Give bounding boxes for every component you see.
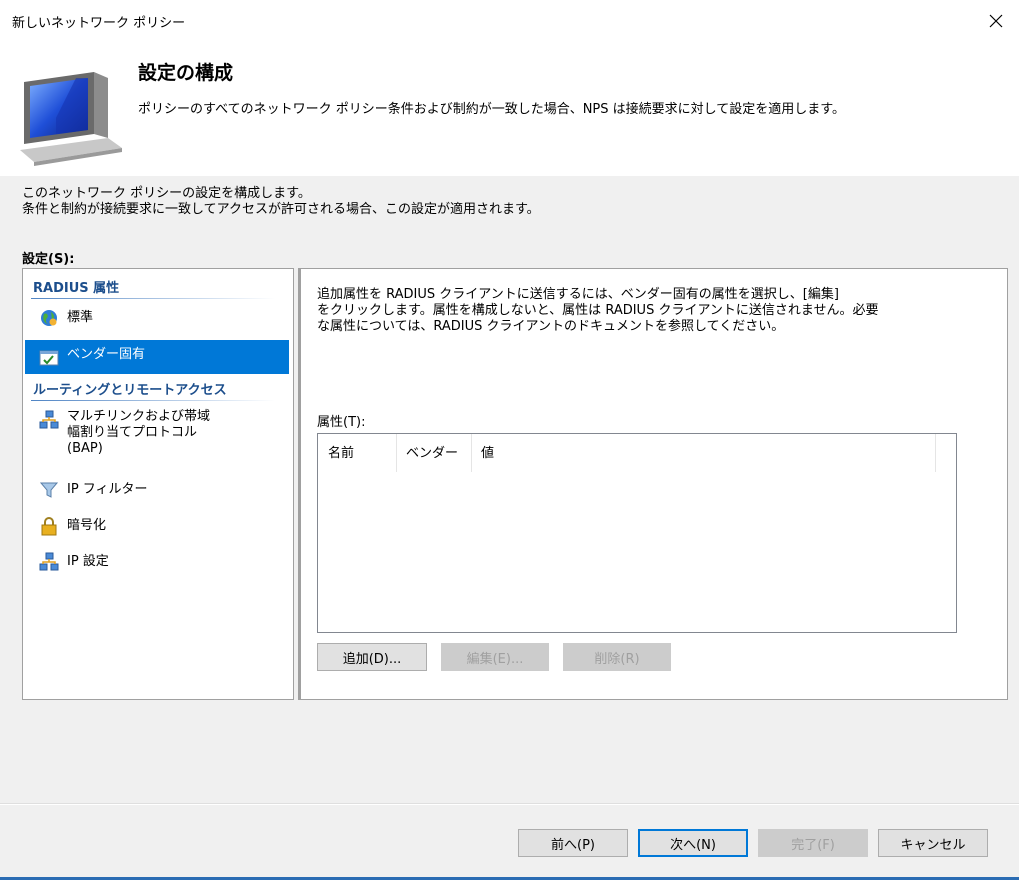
add-button[interactable]: 追加(D)... — [317, 643, 427, 671]
network-policy-computer-icon — [20, 72, 122, 166]
wizard-header: 設定の構成 ポリシーのすべてのネットワーク ポリシー条件および制約が一致した場合… — [0, 42, 1019, 176]
close-button[interactable] — [973, 0, 1019, 42]
edit-button[interactable]: 編集(E)... — [441, 643, 549, 671]
footer-divider-highlight — [0, 804, 1019, 805]
back-button[interactable]: 前へ(P) — [518, 829, 628, 857]
nav-item-ip-filters[interactable]: IP フィルター — [25, 475, 289, 505]
intro-line-2: 条件と制約が接続要求に一致してアクセスが許可される場合、この設定が適用されます。 — [22, 202, 540, 217]
group-header-radius-attributes: RADIUS 属性 — [33, 281, 120, 296]
column-divider[interactable] — [935, 434, 936, 472]
remove-button[interactable]: 削除(R) — [563, 643, 671, 671]
nav-item-encryption[interactable]: 暗号化 — [25, 511, 289, 541]
attributes-list[interactable]: 名前 ベンダー 値 — [317, 433, 957, 633]
column-header-name[interactable]: 名前 — [328, 442, 354, 461]
window-title: 新しいネットワーク ポリシー — [12, 16, 186, 31]
vendor-specific-info-text: 追加属性を RADIUS クライアントに送信するには、ベンダー固有の属性を選択し… — [317, 287, 957, 335]
next-button[interactable]: 次へ(N) — [638, 829, 748, 857]
network-icon — [39, 552, 59, 571]
attributes-label: 属性(T): — [317, 415, 366, 430]
page-title: 設定の構成 — [138, 62, 234, 84]
nav-item-multilink-bap[interactable]: マルチリンクおよび帯域 幅割り当てプロトコル (BAP) — [25, 405, 289, 467]
nav-label-ip-settings: IP 設定 — [67, 554, 109, 569]
group-divider — [31, 298, 275, 299]
info-line-2: をクリックします。属性を構成しないと、属性は RADIUS クライアントに送信さ… — [317, 303, 879, 318]
filter-icon — [39, 482, 59, 498]
nav-label-multilink-line3: (BAP) — [67, 441, 103, 456]
nav-item-standard[interactable]: 標準 — [25, 303, 289, 333]
intro-text: このネットワーク ポリシーの設定を構成します。 条件と制約が接続要求に一致してア… — [22, 186, 540, 218]
nav-label-multilink-line2: 幅割り当てプロトコル — [67, 425, 198, 440]
title-bar: 新しいネットワーク ポリシー — [0, 0, 1019, 42]
cancel-button[interactable]: キャンセル — [878, 829, 988, 857]
nav-item-ip-settings[interactable]: IP 設定 — [25, 547, 289, 577]
nav-label-multilink-line1: マルチリンクおよび帯域 — [67, 409, 211, 424]
nav-item-vendor-specific[interactable]: ベンダー固有 — [25, 340, 289, 374]
settings-detail-panel: 追加属性を RADIUS クライアントに送信するには、ベンダー固有の属性を選択し… — [298, 268, 1008, 700]
column-divider[interactable] — [396, 434, 397, 472]
info-line-1: 追加属性を RADIUS クライアントに送信するには、ベンダー固有の属性を選択し… — [317, 287, 839, 302]
globe-icon — [41, 310, 57, 326]
network-icon — [39, 410, 59, 429]
column-header-value[interactable]: 値 — [481, 442, 494, 461]
intro-line-1: このネットワーク ポリシーの設定を構成します。 — [22, 186, 311, 201]
settings-label: 設定(S): — [22, 252, 75, 267]
nav-label-standard: 標準 — [67, 310, 94, 325]
lock-icon — [41, 517, 57, 536]
finish-button[interactable]: 完了(F) — [758, 829, 868, 857]
column-divider[interactable] — [471, 434, 472, 472]
settings-tree: RADIUS 属性 標準 ベンダー固有 ルーティングとリモートアクセス マルチリ… — [22, 268, 294, 700]
group-header-routing-remote-access: ルーティングとリモートアクセス — [33, 383, 227, 398]
checked-list-icon — [39, 350, 59, 366]
page-description: ポリシーのすべてのネットワーク ポリシー条件および制約が一致した場合、NPS は… — [138, 102, 845, 117]
nav-label-multilink-bap: マルチリンクおよび帯域 幅割り当てプロトコル (BAP) — [67, 409, 210, 457]
close-icon — [989, 14, 1003, 28]
column-header-vendor[interactable]: ベンダー — [406, 442, 458, 461]
nav-label-vendor-specific: ベンダー固有 — [67, 347, 146, 362]
info-line-3: な属性については、RADIUS クライアントのドキュメントを参照してください。 — [317, 319, 785, 334]
nav-label-ip-filters: IP フィルター — [67, 482, 148, 497]
group-divider — [31, 400, 275, 401]
nav-label-encryption: 暗号化 — [67, 518, 107, 533]
